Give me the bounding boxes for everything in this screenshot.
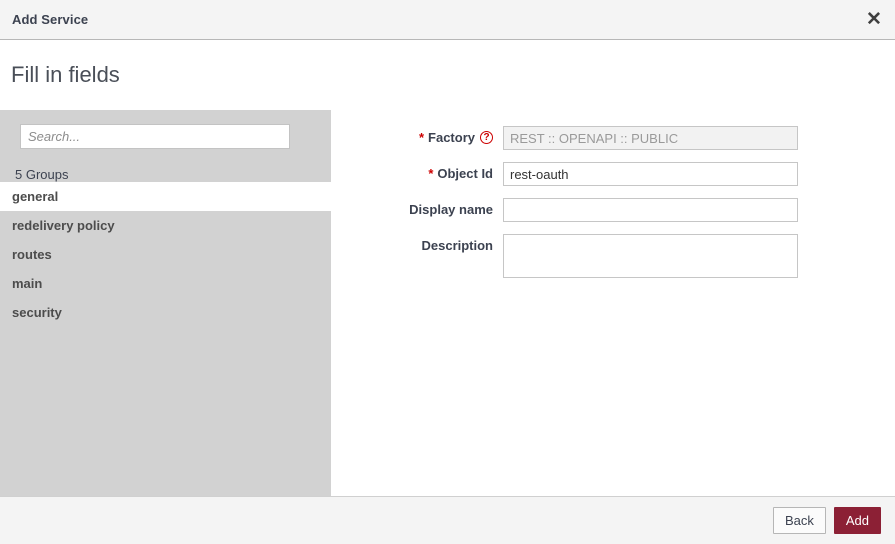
- groups-count-label: 5 Groups: [0, 149, 331, 176]
- object-id-input[interactable]: [503, 162, 798, 186]
- dialog-titlebar: Add Service ✕: [0, 0, 895, 40]
- field-row-description: Description: [331, 234, 895, 283]
- close-icon[interactable]: ✕: [863, 9, 885, 31]
- sidebar-item-general[interactable]: general: [0, 182, 331, 211]
- dialog-footer: Back Add: [0, 496, 895, 544]
- field-row-display-name: Display name: [331, 198, 895, 222]
- display-name-input[interactable]: [503, 198, 798, 222]
- sidebar-item-redelivery-policy[interactable]: redelivery policy: [0, 211, 331, 240]
- field-label-text: Factory: [428, 130, 475, 145]
- step-heading-area: Fill in fields: [0, 40, 895, 110]
- sidebar-item-routes[interactable]: routes: [0, 240, 331, 269]
- field-label-object-id: * Object Id: [331, 162, 503, 186]
- field-label-text: Display name: [409, 202, 493, 217]
- required-indicator: *: [428, 166, 433, 181]
- search-input[interactable]: [20, 124, 290, 149]
- form-panel: * Factory? * Object Id Display name: [331, 110, 895, 496]
- sidebar-item-security[interactable]: security: [0, 298, 331, 327]
- field-control-description: [503, 234, 798, 283]
- dialog-body: 5 Groups general redelivery policy route…: [0, 110, 895, 496]
- sidebar-item-main[interactable]: main: [0, 269, 331, 298]
- field-control-display-name: [503, 198, 798, 222]
- field-label-factory: * Factory?: [331, 126, 503, 150]
- field-control-object-id: [503, 162, 798, 186]
- search-wrapper: [0, 110, 331, 149]
- help-icon[interactable]: ?: [480, 131, 493, 144]
- field-label-text: Description: [421, 238, 493, 253]
- factory-input: [503, 126, 798, 150]
- field-control-factory: [503, 126, 798, 150]
- group-list: general redelivery policy routes main se…: [0, 182, 331, 327]
- field-row-object-id: * Object Id: [331, 162, 895, 186]
- description-textarea[interactable]: [503, 234, 798, 278]
- page-title: Fill in fields: [0, 62, 120, 88]
- add-service-dialog: Add Service ✕ Fill in fields 5 Groups ge…: [0, 0, 895, 544]
- field-label-display-name: Display name: [331, 198, 503, 222]
- field-label-description: Description: [331, 234, 503, 258]
- add-button[interactable]: Add: [834, 507, 881, 534]
- groups-sidebar: 5 Groups general redelivery policy route…: [0, 110, 331, 496]
- required-indicator: *: [419, 130, 424, 145]
- dialog-title: Add Service: [0, 12, 88, 27]
- field-row-factory: * Factory?: [331, 126, 895, 150]
- back-button[interactable]: Back: [773, 507, 826, 534]
- field-label-text: Object Id: [437, 166, 493, 181]
